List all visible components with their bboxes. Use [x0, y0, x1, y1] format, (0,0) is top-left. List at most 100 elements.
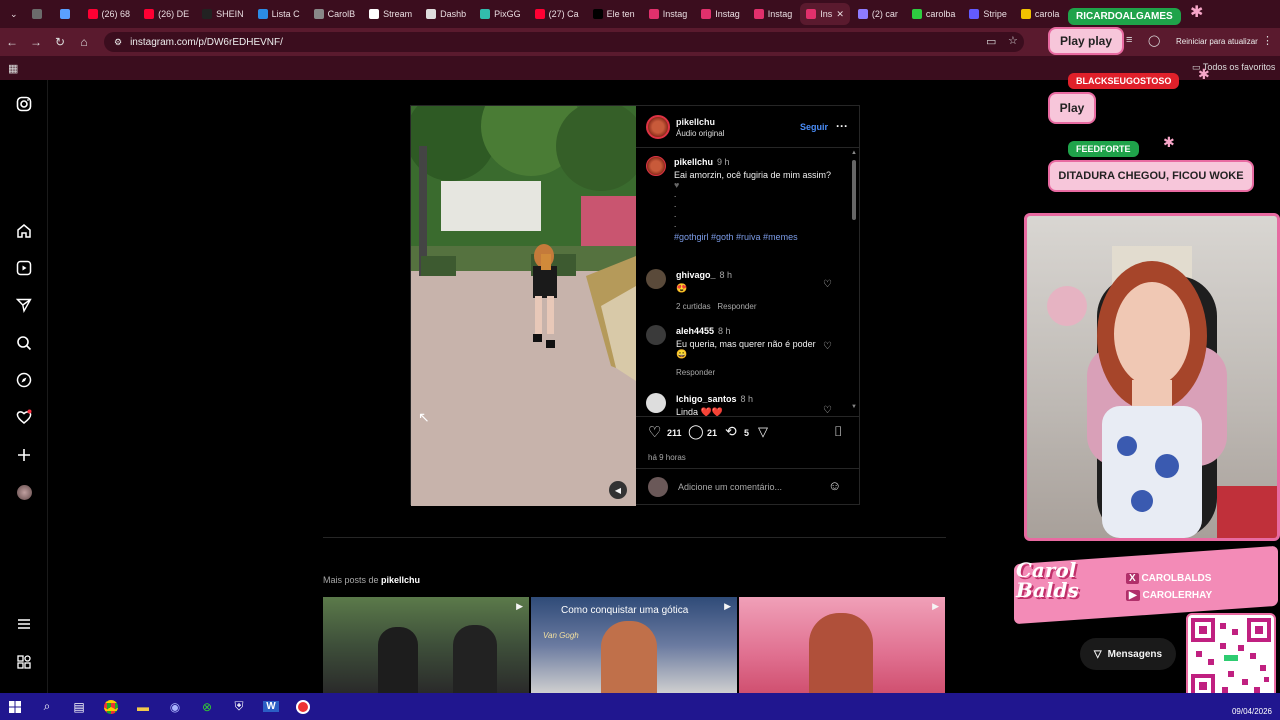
- browser-tab[interactable]: Instag: [748, 3, 799, 25]
- chat-message-bubble: DITADURA CHEGOU, FICOU WOKE: [1048, 160, 1254, 192]
- extensions-icon[interactable]: ≡: [1126, 34, 1132, 46]
- repost-icon[interactable]: ⟲: [725, 423, 737, 440]
- post-time[interactable]: há 9 horas: [648, 453, 686, 462]
- forward-icon[interactable]: →: [24, 35, 48, 49]
- author-avatar[interactable]: [646, 115, 670, 139]
- comment-bubble-icon[interactable]: ◯: [688, 423, 704, 440]
- chrome-icon[interactable]: [102, 698, 120, 716]
- reply-button[interactable]: Responder: [717, 302, 756, 311]
- install-icon[interactable]: ▭: [986, 35, 996, 48]
- task-view-icon[interactable]: ▤: [70, 698, 88, 716]
- menu-dots-icon[interactable]: ⋮: [1262, 34, 1273, 47]
- save-bookmark-icon[interactable]: ⌷: [834, 423, 842, 440]
- close-tab-icon[interactable]: ✕: [836, 9, 844, 20]
- taskbar-search-icon[interactable]: ⌕: [38, 698, 56, 716]
- browser-tab[interactable]: (2) car: [852, 3, 904, 25]
- browser-tab[interactable]: Ele ten: [587, 3, 641, 25]
- browser-tab[interactable]: Ins ✕: [800, 3, 850, 25]
- profile-avatar[interactable]: [14, 482, 34, 502]
- reload-icon[interactable]: ↻: [48, 35, 72, 49]
- emoji-icon[interactable]: ☺: [828, 478, 841, 493]
- browser-tab[interactable]: CarolB: [308, 3, 362, 25]
- scroll-thumb[interactable]: [852, 160, 856, 220]
- caption-avatar[interactable]: [646, 156, 666, 176]
- add-comment-input[interactable]: Adicione um comentário...: [678, 482, 782, 492]
- comment-avatar[interactable]: [646, 269, 666, 289]
- caption-username[interactable]: pikellchu: [674, 157, 713, 167]
- home-nav-icon[interactable]: [14, 221, 34, 241]
- options-dots-icon[interactable]: ···: [836, 119, 848, 133]
- post-video[interactable]: ◀: [411, 106, 636, 506]
- word-icon[interactable]: W: [262, 698, 280, 716]
- scroll-up-arrow[interactable]: ▲: [851, 150, 857, 156]
- comment-username[interactable]: aleh4455: [676, 326, 714, 336]
- xbox-icon[interactable]: ⊗: [198, 698, 216, 716]
- comment-avatar[interactable]: [646, 393, 666, 413]
- browser-tab[interactable]: PixGG: [474, 3, 527, 25]
- more-menu-icon[interactable]: [14, 614, 34, 634]
- comment-like-heart-icon[interactable]: ♡: [823, 405, 832, 416]
- more-post-thumbnail[interactable]: ▶ Como conquistar uma gótica Van Gogh: [531, 597, 737, 693]
- repost-count[interactable]: 5: [744, 428, 749, 438]
- likes-count[interactable]: 211: [667, 428, 682, 438]
- reply-button[interactable]: Responder: [676, 368, 715, 377]
- instagram-logo-icon[interactable]: [14, 94, 34, 114]
- browser-tab[interactable]: carolba: [906, 3, 962, 25]
- browser-tab[interactable]: Stream: [363, 3, 418, 25]
- browser-tab[interactable]: SHEIN: [196, 3, 250, 25]
- follow-button[interactable]: Seguir: [800, 122, 828, 132]
- more-posts-user[interactable]: pikellchu: [381, 575, 420, 585]
- browser-tab[interactable]: (26) 68: [82, 3, 137, 25]
- comment-username[interactable]: lchigo_santos: [676, 394, 737, 404]
- explore-icon[interactable]: [14, 370, 34, 390]
- reels-icon[interactable]: [14, 258, 34, 278]
- obs-icon[interactable]: [294, 698, 312, 716]
- comment-likes[interactable]: 2 curtidas: [676, 302, 711, 311]
- comment-username[interactable]: ghivago_: [676, 270, 716, 280]
- browser-tab[interactable]: Dashb: [420, 3, 472, 25]
- apps-grid-icon[interactable]: ▦: [8, 62, 18, 75]
- create-plus-icon[interactable]: [14, 445, 34, 465]
- audio-label[interactable]: Áudio original: [676, 129, 724, 138]
- search-icon[interactable]: [14, 333, 34, 353]
- security-shield-icon[interactable]: ⛨: [230, 698, 248, 716]
- messages-button[interactable]: ▽ Mensagens: [1080, 638, 1176, 670]
- browser-tab[interactable]: carola: [1015, 3, 1066, 25]
- browser-tab[interactable]: Stripe: [963, 3, 1013, 25]
- browser-tab[interactable]: (27) Ca: [529, 3, 585, 25]
- comment-like-heart-icon[interactable]: ♡: [823, 279, 832, 290]
- back-icon[interactable]: ←: [0, 35, 24, 49]
- file-explorer-icon[interactable]: ▬: [134, 698, 152, 716]
- share-icon[interactable]: ▽: [758, 424, 768, 440]
- more-post-thumbnail[interactable]: ▶: [739, 597, 945, 693]
- windows-start-icon[interactable]: [6, 698, 24, 716]
- comment-avatar[interactable]: [646, 325, 666, 345]
- like-heart-icon[interactable]: ♡: [648, 423, 661, 441]
- discord-icon[interactable]: ◉: [166, 698, 184, 716]
- tab-search-icon[interactable]: ⌄: [4, 3, 24, 25]
- chat-name-tag: RICARDOALGAMES: [1068, 8, 1181, 25]
- notifications-heart-icon[interactable]: [14, 407, 34, 427]
- scroll-down-arrow[interactable]: ▼: [851, 404, 857, 410]
- browser-tab[interactable]: Lista C: [252, 3, 306, 25]
- browser-tab[interactable]: [26, 3, 52, 25]
- comment-like-heart-icon[interactable]: ♡: [823, 341, 832, 352]
- restart-update-button[interactable]: Reiniciar para atualizar: [1176, 37, 1258, 46]
- mute-icon[interactable]: ◀: [609, 481, 627, 499]
- caption-hashtags[interactable]: #gothgirl #goth #ruiva #memes: [674, 232, 844, 242]
- browser-tab[interactable]: (26) DE: [138, 3, 194, 25]
- home-icon[interactable]: ⌂: [72, 35, 96, 49]
- also-from-meta-icon[interactable]: [14, 652, 34, 672]
- browser-tab[interactable]: Instag: [643, 3, 694, 25]
- comments-count[interactable]: 21: [707, 428, 717, 438]
- profile-icon[interactable]: ◯: [1148, 34, 1160, 47]
- comments-scrollbar[interactable]: ▲ ▼: [851, 150, 857, 415]
- browser-tab[interactable]: Instag: [695, 3, 746, 25]
- browser-tab[interactable]: [54, 3, 80, 25]
- bookmark-star-icon[interactable]: ☆: [1008, 34, 1018, 47]
- messages-icon[interactable]: [14, 295, 34, 315]
- more-post-thumbnail[interactable]: ▶: [323, 597, 529, 693]
- author-username[interactable]: pikellchu: [676, 117, 715, 127]
- site-info-icon[interactable]: ⚙: [114, 37, 122, 48]
- address-bar[interactable]: ⚙ instagram.com/p/DW6rEDHEVNF/: [104, 32, 1024, 52]
